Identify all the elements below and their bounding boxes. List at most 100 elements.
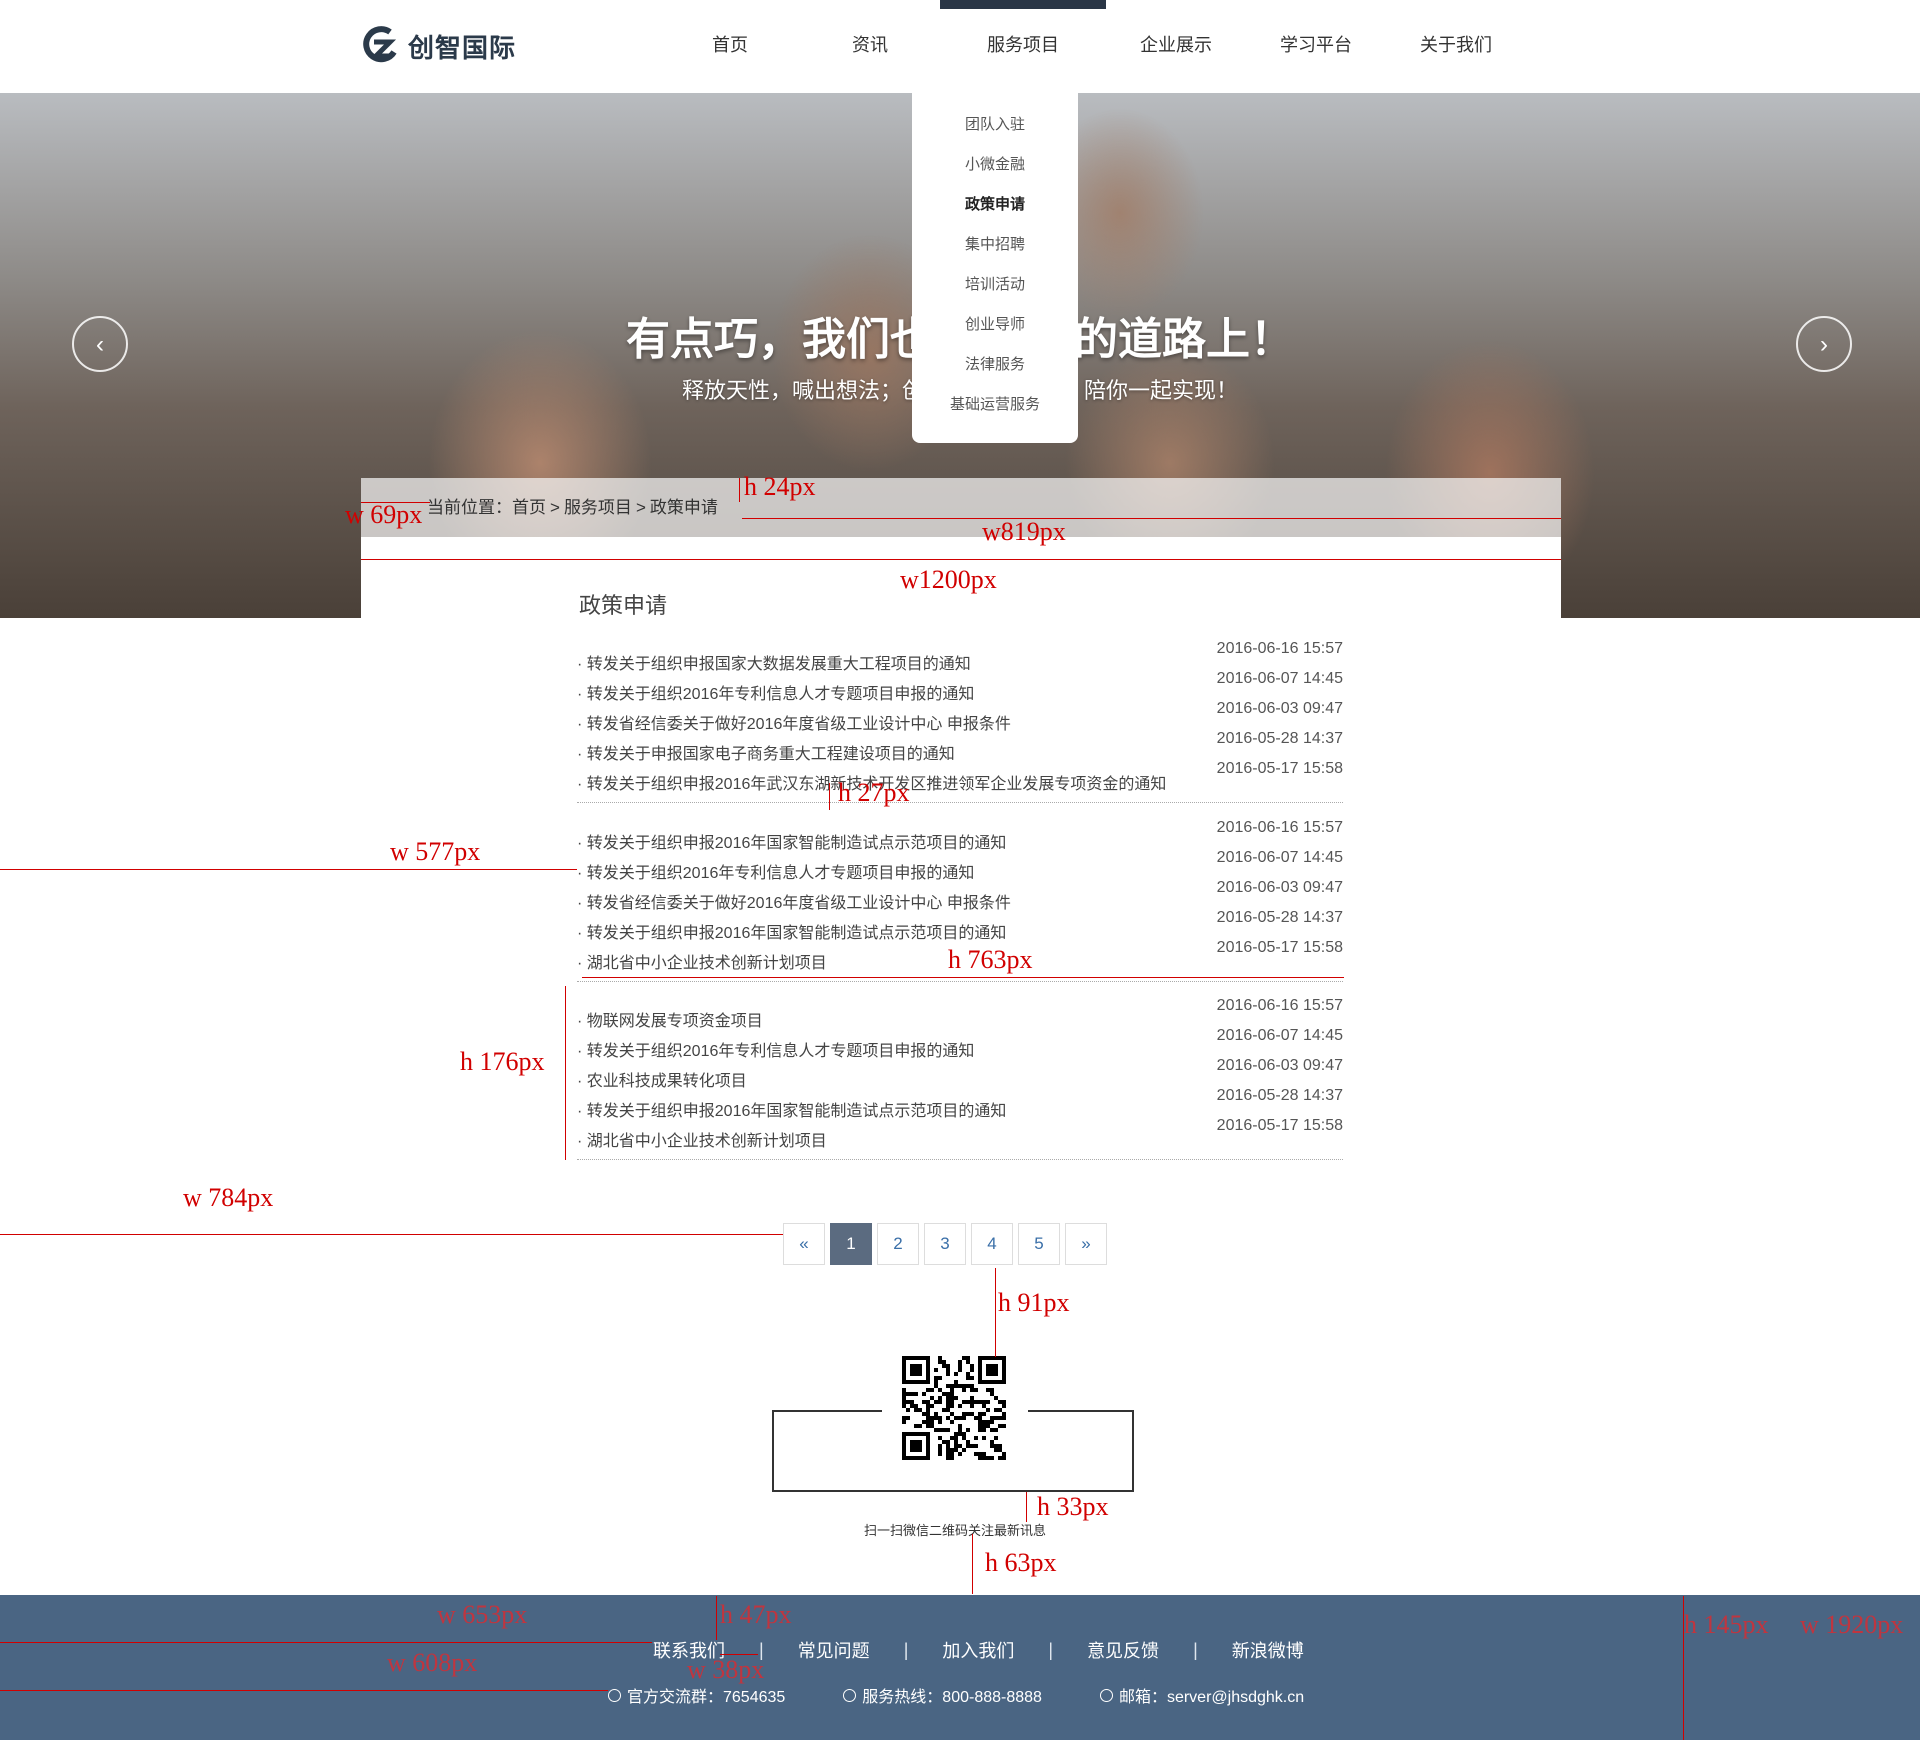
nav-home[interactable]: 首页 [660,0,800,93]
page-prev-button[interactable]: « [783,1223,825,1265]
footer-hotline-text: 服务热线：800-888-8888 [862,1689,1042,1706]
news-title-link[interactable]: · 转发关于组织申报2016年国家智能制造试点示范项目的通知 [577,919,1006,943]
page-3-button[interactable]: 3 [924,1223,966,1265]
annotation-line [0,1642,652,1643]
site-footer: 联系我们 | 常见问题 | 加入我们 | 意见反馈 | 新浪微博 官方交流群：7… [0,1595,1920,1740]
footer-qq-text: 官方交流群：7654635 [627,1689,786,1706]
annotation-line [565,986,566,1160]
banner-subtitle-part1: 释放天性，喊出想法；创 [681,378,924,403]
news-date: 2016-06-16 15:57 [1216,997,1343,1014]
site-header: 创智国际 首页 资讯 服务项目 企业展示 学习平台 关于我们 [0,0,1920,93]
news-group: · 物联网发展专项资金项目 2016-06-16 15:57 · 转发关于组织201… [577,993,1343,1160]
dropdown-team[interactable]: 团队入驻 [912,105,1078,145]
footer-divider: | [1048,1639,1054,1660]
dropdown-mentor[interactable]: 创业导师 [912,305,1078,345]
news-title-link[interactable]: · 转发关于组织2016年专利信息人才专题项目申报的通知 [577,1037,974,1061]
page-title: 政策申请 [579,593,668,618]
page-4-button[interactable]: 4 [971,1223,1013,1265]
dropdown-training[interactable]: 培训活动 [912,265,1078,305]
news-date: 2016-05-17 15:58 [1216,760,1343,777]
annotation-label: h 27px [838,778,910,807]
footer-divider: | [1193,1639,1198,1660]
annotation-line [0,1234,783,1235]
main-nav: 首页 资讯 服务项目 企业展示 学习平台 关于我们 [660,0,1526,93]
news-title-link[interactable]: · 物联网发展专项资金项目 [577,1007,763,1031]
nav-about[interactable]: 关于我们 [1386,0,1526,93]
annotation-label: w 69px [345,500,423,529]
news-group: · 转发关于组织申报国家大数据发展重大工程项目的通知 2016-06-16 15:… [577,636,1343,803]
news-date: 2016-05-28 14:37 [1216,909,1343,926]
footer-qq-group: 官方交流群：7654635 [608,1683,785,1707]
footer-link-weibo[interactable]: 新浪微博 [1232,1637,1304,1663]
banner-title-part2: 的道路上！ [1074,315,1294,364]
news-title-link[interactable]: · 转发省经信委关于做好2016年度省级工业设计中心 申报条件 [577,710,1011,734]
annotation-label: w 577px [390,837,481,866]
qr-frame-line [1028,1410,1134,1412]
nav-news[interactable]: 资讯 [800,0,940,93]
page-2-button[interactable]: 2 [877,1223,919,1265]
news-date: 2016-06-07 14:45 [1216,849,1343,866]
page-5-button[interactable]: 5 [1018,1223,1060,1265]
news-date: 2016-06-03 09:47 [1216,879,1343,896]
news-title-link[interactable]: · 农业科技成果转化项目 [577,1067,747,1091]
annotation-line [0,869,577,870]
qq-icon [608,1688,621,1702]
page-1-button[interactable]: 1 [830,1223,872,1265]
dropdown-recruit[interactable]: 集中招聘 [912,225,1078,265]
annotation-line [739,478,740,502]
footer-link-feedback[interactable]: 意见反馈 [1087,1637,1159,1663]
breadcrumb-separator: > [635,498,646,517]
news-date: 2016-05-28 14:37 [1216,730,1343,747]
logo[interactable]: 创智国际 [360,24,516,68]
news-date: 2016-06-16 15:57 [1216,640,1343,657]
footer-link-faq[interactable]: 常见问题 [798,1637,870,1663]
news-title-link[interactable]: · 转发关于组织申报2016年国家智能制造试点示范项目的通知 [577,829,1006,853]
annotation-label: w 1920px [1800,1610,1904,1639]
banner-next-arrow-icon[interactable]: › [1796,316,1852,372]
breadcrumb-home[interactable]: 首页 [512,498,546,517]
news-title-link[interactable]: · 湖北省中小企业技术创新计划项目 [577,949,827,973]
annotation-label: w819px [982,517,1066,546]
page-next-button[interactable]: » [1065,1223,1107,1265]
news-title-link[interactable]: · 转发关于组织2016年专利信息人才专题项目申报的通知 [577,859,974,883]
annotation-label: h 91px [998,1288,1070,1317]
news-date: 2016-05-17 15:58 [1216,1117,1343,1134]
annotation-line [995,1268,996,1357]
nav-showcase[interactable]: 企业展示 [1106,0,1246,93]
news-row: · 转发关于组织申报2016年武汉东湖新技术开发区推进领军企业发展专项资金的通知… [577,760,1343,794]
annotation-label: h 176px [460,1047,545,1076]
dropdown-finance[interactable]: 小微金融 [912,145,1078,185]
qr-caption: 扫一扫微信二维码关注最新讯息 [863,1523,1046,1538]
annotation-line [1026,1492,1027,1522]
phone-icon [843,1688,857,1702]
footer-link-join[interactable]: 加入我们 [942,1637,1014,1663]
content-panel: 当前位置：首页 > 服务项目 > 政策申请 [361,478,1561,618]
news-date: 2016-05-17 15:58 [1216,939,1343,956]
news-title-link[interactable]: · 转发关于组织申报2016年国家智能制造试点示范项目的通知 [577,1097,1006,1121]
logo-text: 创智国际 [408,32,517,63]
breadcrumb-separator: > [550,498,560,517]
news-title-link[interactable]: · 湖北省中小企业技术创新计划项目 [577,1127,827,1151]
breadcrumb-prefix: 当前位置： [427,498,512,517]
annotation-label: w 608px [387,1648,478,1677]
annotation-line [0,1690,608,1691]
footer-contact-info: 官方交流群：7654635 服务热线：800-888-8888 邮箱：serve… [608,1683,1304,1707]
dropdown-policy[interactable]: 政策申请 [912,185,1078,225]
nav-learning[interactable]: 学习平台 [1246,0,1386,93]
annotation-label: w 784px [183,1183,274,1212]
news-title-link[interactable]: · 转发关于组织2016年专利信息人才专题项目申报的通知 [577,680,974,704]
news-title-link[interactable]: · 转发省经信委关于做好2016年度省级工业设计中心 申报条件 [577,889,1011,913]
banner-prev-arrow-icon[interactable]: ‹ [72,316,128,372]
breadcrumb-current: 政策申请 [649,498,718,517]
annotation-label: h 145px [1684,1610,1769,1639]
logo-mark-icon [360,26,400,66]
dropdown-operations[interactable]: 基础运营服务 [912,385,1078,425]
annotation-line [742,518,1561,519]
annotation-line [582,977,1344,978]
dropdown-legal[interactable]: 法律服务 [912,345,1078,385]
news-title-link[interactable]: · 转发关于组织申报国家大数据发展重大工程项目的通知 [577,650,971,674]
breadcrumb-services[interactable]: 服务项目 [564,498,632,517]
news-title-link[interactable]: · 转发关于申报国家电子商务重大工程建设项目的通知 [577,740,955,764]
nav-services[interactable]: 服务项目 [940,0,1106,93]
annotation-label: h 763px [948,945,1033,974]
